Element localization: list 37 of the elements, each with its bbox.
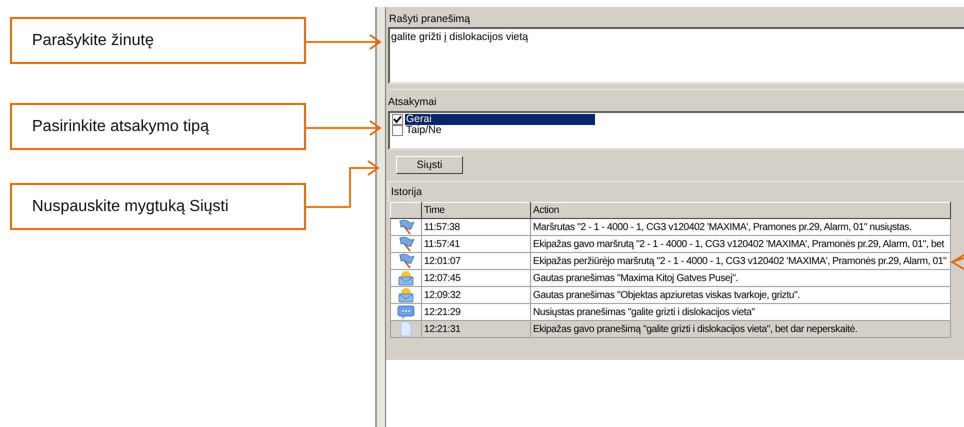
envelope-icon [397,270,415,286]
column-header[interactable]: Time [422,202,530,218]
column-header[interactable]: Action [530,202,950,218]
column-header[interactable] [390,202,422,218]
section-label: Rašyti pranešimą [389,13,470,25]
section-label: Istorija [391,186,422,198]
time-cell: 11:57:41 [424,238,460,250]
action-cell: Ekipažas gavo maršrutą "2 - 1 - 4000 - 1, CG3 v120402 'MAXIMA', Pramonės pr.29, Alarm, 01", bet [533,238,944,250]
envelope-icon [397,288,415,302]
answer-option[interactable]: Gerai [405,114,595,125]
action-cell: Gautas pranešimas "Maxima Kitoj Gatves Pusej". [533,272,738,284]
action-cell: Ekipažas gavo pranešimą "galite grizti i dislokacijos vieta", bet dar neperskaitė. [533,324,858,334]
callout-text: Pasirinkite atsakymo tipą [32,118,209,136]
checkbox[interactable] [392,125,403,136]
flag-icon [397,236,415,252]
time-cell: 12:07:45 [424,272,461,284]
time-cell: 12:09:32 [424,290,461,300]
action-cell: Ekipažas peržiūrėjo maršrutą "2 - 1 - 4000 - 1, CG3 v120402 'MAXIMA', Pramonės pr.29, Alarm, 01" [533,256,946,266]
checkbox[interactable] [392,114,403,125]
action-cell: Nusiųstas pranešimas "galite grizti i dislokacijos vieta" [533,306,755,318]
section-label: Atsakymai [388,96,436,108]
send-button[interactable]: Siųsti [396,156,463,174]
chat-icon [397,304,415,320]
action-cell: Maršrutas "2 - 1 - 4000 - 1, CG3 v120402 'MAXIMA', Pramones pr.29, Alarm, 01" nusiųstas. [533,222,912,232]
answer-option[interactable]: Taip/Ne [405,125,595,136]
time-cell: 12:01:07 [424,256,461,266]
callout-text: Nuspauskite mygtuką Siųsti [32,198,229,216]
action-cell: Gautas pranešimas "Objektas apziuretas viskas tvarkoje, griztu". [533,290,800,300]
time-cell: 12:21:29 [424,306,461,318]
flag-icon [397,220,415,234]
time-cell: 11:57:38 [424,222,460,232]
arrow [950,254,964,270]
time-cell: 12:21:31 [424,324,461,334]
flag-icon [397,254,415,268]
splitter[interactable] [375,7,386,427]
callout-text: Parašykite žinutę [32,32,154,50]
message-field[interactable]: galite grižti į dislokacijos vietą [388,27,964,84]
